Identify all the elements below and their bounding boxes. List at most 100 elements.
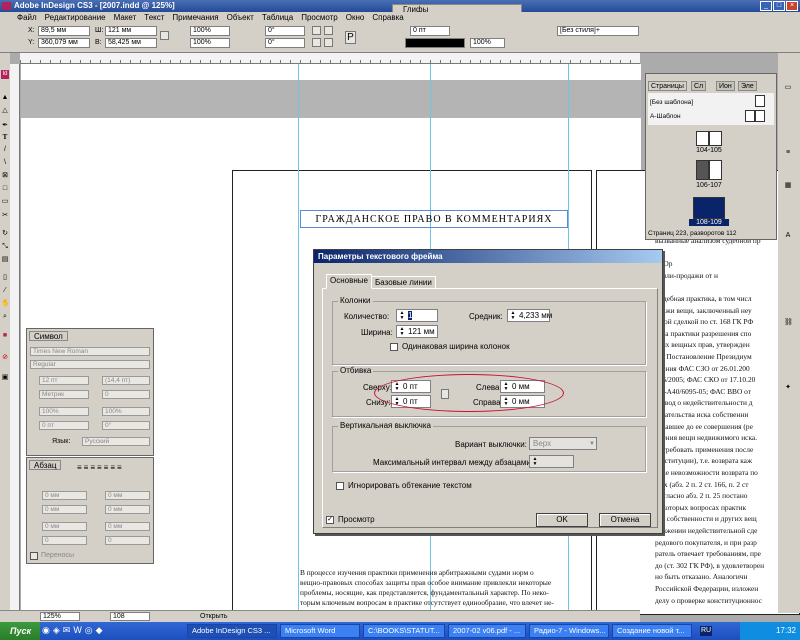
fill-stroke-icon[interactable]: ■: [1, 331, 9, 340]
zoom-tool-icon[interactable]: ⌕: [1, 312, 9, 321]
maximize-button[interactable]: □: [773, 1, 785, 11]
leading-field[interactable]: (14,4 пт): [102, 376, 150, 385]
gradient-tool-icon[interactable]: ▤: [1, 255, 9, 264]
page-thumb[interactable]: [709, 131, 722, 146]
language-indicator[interactable]: RU: [700, 626, 712, 636]
hand-tool-icon[interactable]: ✋: [1, 299, 10, 308]
menu-edit[interactable]: Редактирование: [41, 13, 110, 22]
column-width-field[interactable]: ▲ ▼ 121 мм: [396, 325, 438, 338]
dock-links-icon[interactable]: ⛓: [784, 318, 793, 327]
taskbar-radio[interactable]: Радио-7 - Windows...: [529, 624, 609, 638]
quick-launch-icons[interactable]: ◉◈✉W◎◆: [42, 625, 106, 636]
font-size-field[interactable]: 12 пт: [39, 376, 89, 385]
rotate-tool-icon[interactable]: ↻: [1, 229, 9, 238]
page-number-field[interactable]: 108: [110, 612, 150, 621]
menu-layout[interactable]: Макет: [110, 13, 141, 22]
preview-checkbox[interactable]: ✓: [326, 516, 334, 524]
spin-arrows-icon[interactable]: ▲ ▼: [398, 327, 406, 337]
close-button[interactable]: ×: [786, 1, 798, 11]
master-thumb[interactable]: [755, 95, 765, 107]
tab-character[interactable]: Символ: [29, 331, 68, 341]
page-thumb[interactable]: [696, 131, 709, 146]
first-line-indent-field[interactable]: 0 мм: [42, 505, 87, 514]
width-field[interactable]: 121 мм: [105, 26, 157, 36]
chain-icon[interactable]: [160, 31, 169, 40]
page-thumb[interactable]: [696, 160, 709, 180]
language-field[interactable]: Русский: [82, 437, 150, 446]
paragraph-p-icon[interactable]: P: [345, 31, 356, 44]
scale-tool-icon[interactable]: ⤡: [1, 242, 9, 251]
line-tool-icon[interactable]: \: [1, 158, 9, 167]
spin-arrows-icon[interactable]: ▲ ▼: [531, 457, 539, 467]
right-indent-field[interactable]: 0 мм: [105, 491, 150, 500]
pen-tool-icon[interactable]: ✒: [1, 121, 9, 130]
dock-type-icon[interactable]: A: [784, 231, 792, 240]
kerning-field[interactable]: Метрик: [39, 390, 89, 399]
tab-pages[interactable]: Страницы: [648, 81, 687, 91]
taskbar-word[interactable]: Microsoft Word: [280, 624, 360, 638]
dropdown-arrow-icon[interactable]: ▼: [589, 439, 595, 450]
gutter-field[interactable]: ▲ ▼ 4,233 мм: [507, 309, 552, 322]
menu-view[interactable]: Просмотр: [297, 13, 342, 22]
dock-stroke-icon[interactable]: ≡: [784, 148, 792, 157]
drop-cap-lines-field[interactable]: 0: [42, 536, 87, 545]
document-heading[interactable]: ГРАЖДАНСКОЕ ПРАВО В КОММЕНТАРИЯХ: [300, 210, 568, 228]
last-line-indent-field[interactable]: 0 мм: [105, 505, 150, 514]
space-after-field[interactable]: 0 мм: [105, 522, 150, 531]
cancel-button[interactable]: Отмена: [599, 513, 651, 527]
rotate-field[interactable]: 0°: [265, 26, 305, 36]
ignore-wrap-checkbox[interactable]: [336, 482, 344, 490]
align-select[interactable]: Верх ▼: [529, 437, 597, 450]
none-swatch-icon[interactable]: ⊘: [1, 353, 9, 362]
dock-swatches-icon[interactable]: ▦: [784, 181, 792, 190]
menu-notes[interactable]: Примечания: [168, 13, 222, 22]
rotate-ccw-icon[interactable]: [324, 26, 333, 35]
scale-x-field[interactable]: 100%: [190, 26, 230, 36]
scissors-tool-icon[interactable]: ✂: [1, 211, 9, 220]
flip-h-icon[interactable]: [312, 38, 321, 47]
taskbar-explorer[interactable]: C:\BOOKS\STATUT...: [363, 624, 445, 638]
fixed-width-checkbox[interactable]: [390, 343, 398, 351]
x-field[interactable]: 89,5 мм: [38, 26, 90, 36]
taskbar-indesign[interactable]: Adobe InDesign CS3 ...: [187, 624, 277, 638]
ok-button[interactable]: OK: [536, 513, 588, 527]
frame-tool-icon[interactable]: ⊠: [1, 171, 9, 180]
minimize-button[interactable]: _: [760, 1, 772, 11]
shear-field[interactable]: 0°: [265, 38, 305, 48]
pencil-tool-icon[interactable]: /: [1, 145, 9, 154]
type-tool-icon[interactable]: T: [1, 133, 9, 142]
scale-y-field[interactable]: 100%: [190, 38, 230, 48]
menu-type[interactable]: Текст: [140, 13, 168, 22]
direct-selection-tool-icon[interactable]: △: [1, 106, 9, 115]
zoom-field[interactable]: 125%: [40, 612, 80, 621]
taskbar-new-doc[interactable]: Создание новой т...: [612, 624, 692, 638]
drop-cap-chars-field[interactable]: 0: [105, 536, 150, 545]
tracking-field[interactable]: 0: [102, 390, 150, 399]
menu-object[interactable]: Объект: [223, 13, 258, 22]
dock-pages-icon[interactable]: ▭: [784, 83, 792, 92]
menu-help[interactable]: Справка: [368, 13, 407, 22]
height-field[interactable]: 58,425 мм: [105, 38, 157, 48]
menu-window[interactable]: Окно: [342, 13, 369, 22]
dock-effects-icon[interactable]: ✦: [784, 383, 792, 392]
tab-paragraph[interactable]: Абзац: [29, 460, 62, 470]
selection-tool-icon[interactable]: ▲: [1, 93, 9, 102]
rotate-cw-icon[interactable]: [312, 26, 321, 35]
taskbar-pdf[interactable]: 2007-02 v06.pdf - ...: [448, 624, 526, 638]
left-indent-field[interactable]: 0 мм: [42, 491, 87, 500]
tab-layers[interactable]: Сл: [691, 81, 707, 91]
baseline-shift-field[interactable]: 0 пт: [39, 421, 89, 430]
paragraph-spacing-field[interactable]: ▲ ▼: [529, 455, 574, 468]
spin-arrows-icon[interactable]: ▲ ▼: [509, 311, 517, 321]
menu-table[interactable]: Таблица: [258, 13, 297, 22]
note-tool-icon[interactable]: ▯: [1, 273, 9, 282]
a-master-label[interactable]: А-Шаблон: [650, 113, 681, 120]
column-count-field[interactable]: ▲ ▼ 1: [396, 309, 438, 322]
font-family-field[interactable]: Times New Roman: [30, 347, 150, 356]
start-button[interactable]: Пуск: [0, 622, 40, 640]
selected-spread-thumb[interactable]: [693, 197, 725, 219]
opacity-field[interactable]: 100%: [470, 38, 505, 48]
page-thumb[interactable]: [709, 160, 722, 180]
none-master-label[interactable]: [Без шаблона]: [650, 99, 693, 106]
tab-elements[interactable]: Эле: [738, 81, 757, 91]
